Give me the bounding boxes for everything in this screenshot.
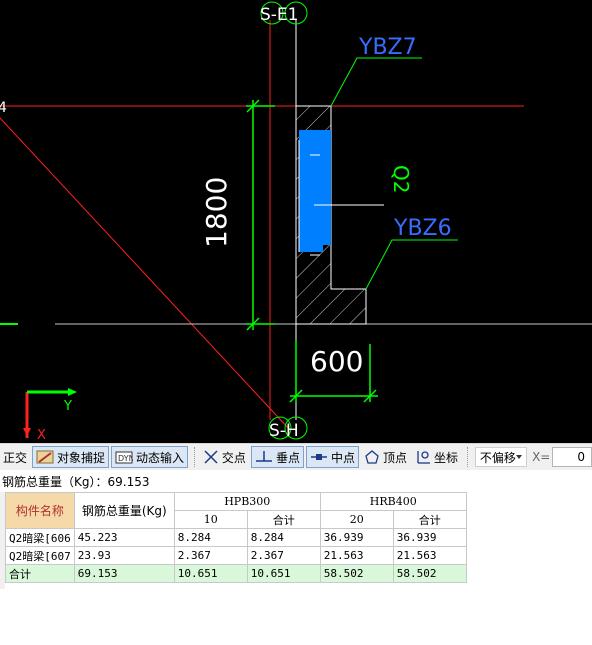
header-group-hrb400[interactable]: HRB400 xyxy=(319,492,467,511)
ucs-x-label: X xyxy=(37,428,46,443)
x-coordinate-label: X= xyxy=(532,450,551,464)
dynamic-input-button[interactable]: DYN 动态输入 xyxy=(111,446,189,468)
label-ybz6: YBZ6 xyxy=(393,216,452,241)
left-edge-mark: 4 xyxy=(0,100,7,116)
cell-hpb10: 10.651 xyxy=(173,564,248,583)
coordinate-button[interactable]: 坐标 xyxy=(412,446,461,468)
header-component-name[interactable]: 构件名称 xyxy=(5,492,75,529)
header-hpb-total[interactable]: 合计 xyxy=(246,510,321,529)
ortho-label: 正交 xyxy=(3,450,28,465)
offset-mode-value: 不偏移 xyxy=(479,450,516,465)
vertex-icon xyxy=(365,450,379,464)
dim-horizontal-text: 600 xyxy=(310,345,363,378)
label-ybz7: YBZ7 xyxy=(358,35,417,60)
cell-total-weight: 45.223 xyxy=(73,528,175,547)
ucs-icon: Y X xyxy=(23,388,77,443)
object-snap-button[interactable]: 对象捕捉 xyxy=(32,446,110,468)
rebar-weight-table: 构件名称 钢筋总重量(Kg) HPB300 HRB400 10 合计 20 合计… xyxy=(5,492,467,583)
header-hrb-diameter[interactable]: 20 xyxy=(319,510,394,529)
perpendicular-button[interactable]: 垂点 xyxy=(250,446,304,468)
header-hpb-diameter[interactable]: 10 xyxy=(173,510,248,529)
intersection-label: 交点 xyxy=(221,450,246,465)
dynamic-input-label: 动态输入 xyxy=(136,450,185,465)
object-snap-label: 对象捕捉 xyxy=(57,450,106,465)
table-header-row: 构件名称 钢筋总重量(Kg) HPB300 HRB400 xyxy=(5,492,467,529)
cell-hpb-total: 2.367 xyxy=(246,546,321,565)
leader-ybz7 xyxy=(330,57,422,107)
cell-hpb-total: 10.651 xyxy=(246,564,321,583)
total-weight-summary: 钢筋总重量（Kg）：69.153 xyxy=(2,475,150,489)
cad-drawing: S-E1 S-H 1800 600 YBZ7 YBZ6 Q2 4 Y X xyxy=(0,1,592,443)
header-group-hpb300[interactable]: HPB300 xyxy=(173,492,321,511)
cell-hrb20: 36.939 xyxy=(319,528,394,547)
dim-vertical-text: 1800 xyxy=(200,177,233,248)
axis-bottom-label: S-H xyxy=(269,421,299,441)
cell-hpb10: 2.367 xyxy=(173,546,248,565)
chevron-down-icon xyxy=(516,455,523,459)
intersection-button[interactable]: 交点 xyxy=(200,446,249,468)
coordinate-label: 坐标 xyxy=(433,450,458,465)
svg-text:DYN: DYN xyxy=(118,454,133,463)
cell-hrb-total: 21.563 xyxy=(392,546,467,565)
label-q2: Q2 xyxy=(389,165,413,193)
toolbar-separator xyxy=(194,447,196,467)
wall-section-blue xyxy=(299,130,331,252)
dynamic-input-icon: DYN xyxy=(115,451,133,464)
cell-hrb-total: 36.939 xyxy=(392,528,467,547)
table-total-row[interactable]: 合计 69.153 10.651 10.651 58.502 58.502 xyxy=(5,564,467,583)
leader-ybz6 xyxy=(365,239,458,290)
axis-top-label: S-E1 xyxy=(260,5,298,25)
ortho-button[interactable]: 正交 xyxy=(0,446,30,468)
midpoint-icon xyxy=(310,454,327,460)
cell-hpb-total: 8.284 xyxy=(246,528,321,547)
offset-mode-select[interactable]: 不偏移 xyxy=(474,447,528,467)
cell-component-name: 合计 xyxy=(5,564,75,583)
header-hrb-total[interactable]: 合计 xyxy=(392,510,467,529)
vertex-button[interactable]: 顶点 xyxy=(361,446,410,468)
cell-hrb20: 21.563 xyxy=(319,546,394,565)
cell-total-weight: 69.153 xyxy=(73,564,175,583)
midpoint-button[interactable]: 中点 xyxy=(305,446,359,468)
snap-toolbar: 正交 对象捕捉 DYN 动态输入 交点 垂点 中点 顶点 坐标 不偏移 X= 0 xyxy=(0,443,592,470)
header-total-weight[interactable]: 钢筋总重量(Kg) xyxy=(73,492,175,529)
midpoint-label: 中点 xyxy=(330,450,355,465)
perpendicular-icon xyxy=(255,451,272,462)
cad-drawing-canvas[interactable]: S-E1 S-H 1800 600 YBZ7 YBZ6 Q2 4 Y X xyxy=(0,0,592,443)
x-coordinate-input[interactable]: 0 xyxy=(552,447,592,467)
cell-component-name: Q2暗梁[607 xyxy=(5,546,75,565)
cell-hpb10: 8.284 xyxy=(173,528,248,547)
cell-component-name: Q2暗梁[606 xyxy=(5,528,75,547)
object-snap-icon xyxy=(36,450,54,464)
cell-hrb20: 58.502 xyxy=(319,564,394,583)
table-row[interactable]: Q2暗梁[607 23.93 2.367 2.367 21.563 21.563 xyxy=(5,546,467,565)
intersection-icon xyxy=(204,450,218,464)
cell-hrb-total: 58.502 xyxy=(392,564,467,583)
table-row[interactable]: Q2暗梁[606 45.223 8.284 8.284 36.939 36.93… xyxy=(5,528,467,547)
cell-total-weight: 23.93 xyxy=(73,546,175,565)
perpendicular-label: 垂点 xyxy=(275,450,300,465)
diagonal-red-line xyxy=(0,117,291,431)
toolbar-separator xyxy=(467,447,469,467)
vertex-label: 顶点 xyxy=(382,450,407,465)
ucs-y-label: Y xyxy=(63,399,72,414)
coordinate-icon xyxy=(417,451,430,464)
